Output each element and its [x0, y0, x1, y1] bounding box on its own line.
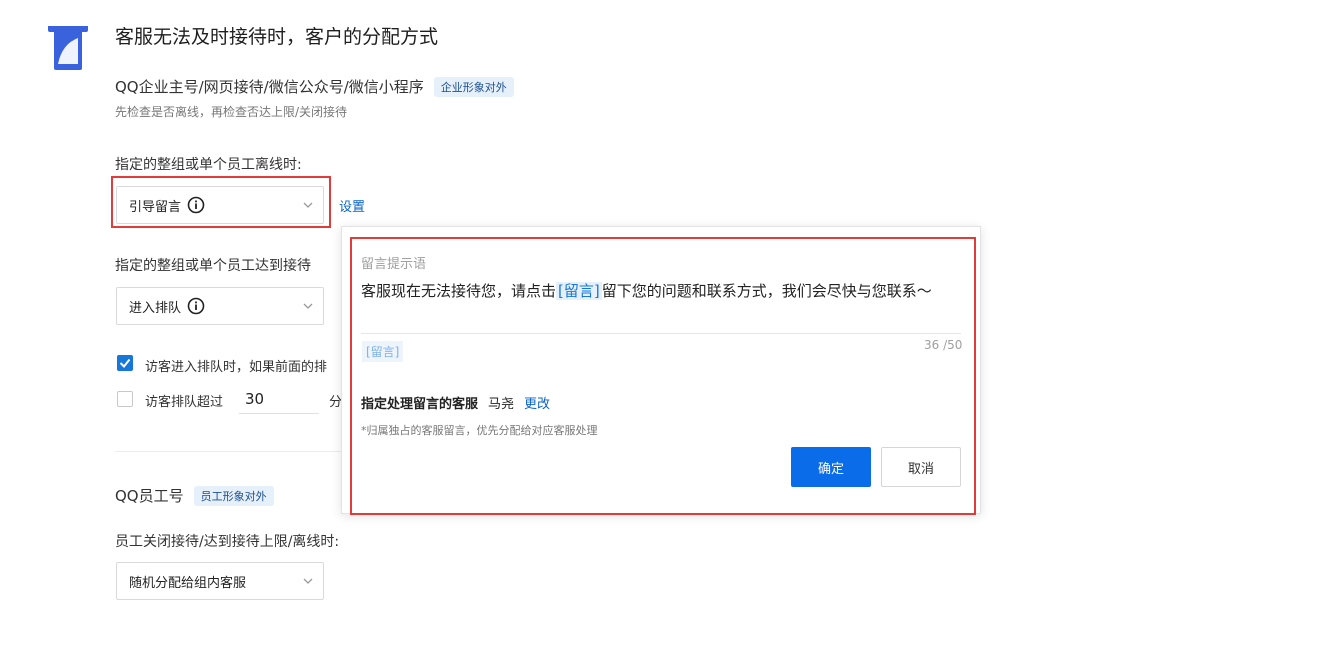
message-field-label: 留言提示语: [361, 257, 427, 272]
section-divider: [115, 451, 341, 452]
change-link[interactable]: 更改: [524, 393, 550, 412]
chevron-down-icon: [303, 202, 313, 208]
limit-select[interactable]: 进入排队: [116, 287, 324, 325]
section2-select[interactable]: 随机分配给组内客服: [116, 562, 324, 600]
chevron-down-icon: [303, 303, 313, 309]
section1-hint: 先检查是否离线，再检查否达上限/关闭接待: [115, 105, 348, 119]
checkmark-icon: [119, 358, 131, 369]
brand-logo-icon: [48, 26, 88, 70]
message-textarea[interactable]: 客服现在无法接待您，请点击 [留言] 留下您的问题和联系方式，我们会尽快与您联系～: [361, 279, 961, 303]
info-icon[interactable]: [187, 297, 205, 315]
limit-select-value: 进入排队: [129, 300, 182, 316]
section1-title: QQ企业主号/网页接待/微信公众号/微信小程序: [115, 78, 424, 96]
message-text-after: 留下您的问题和联系方式，我们会尽快与您联系～: [601, 282, 932, 300]
queue-notify-label: 访客进入排队时，如果前面的排: [145, 360, 328, 375]
message-text-before: 客服现在无法接待您，请点击: [361, 282, 557, 300]
textarea-underline: [361, 333, 961, 334]
section2-header: QQ员工号 员工形象对外: [115, 485, 274, 506]
offline-label: 指定的整组或单个员工离线时:: [115, 157, 302, 173]
chevron-down-icon: [303, 578, 313, 584]
queue-timeout-checkbox[interactable]: [117, 391, 133, 407]
assign-note: *归属独占的客服留言，优先分配给对应客服处理: [361, 424, 598, 437]
section2-tag: 员工形象对外: [193, 485, 274, 506]
page-title: 客服无法及时接待时，客户的分配方式: [115, 26, 439, 48]
section1-tag: 企业形象对外: [433, 76, 514, 97]
settings-link[interactable]: 设置: [339, 196, 365, 215]
queue-timeout-label: 访客排队超过: [145, 395, 224, 410]
message-text-token: [留言]: [556, 282, 602, 300]
assign-name: 马尧: [488, 397, 515, 412]
assign-row: 指定处理留言的客服 马尧 更改: [361, 393, 550, 412]
insert-token-button[interactable]: [留言]: [362, 341, 404, 362]
queue-timeout-input[interactable]: 30: [239, 384, 319, 414]
char-counter: 36 /50: [924, 338, 963, 352]
queue-notify-checkbox[interactable]: [117, 355, 133, 371]
section1-header: QQ企业主号/网页接待/微信公众号/微信小程序 企业形象对外: [115, 76, 514, 97]
section2-label: 员工关闭接待/达到接待上限/离线时:: [115, 534, 340, 550]
section2-select-value: 随机分配给组内客服: [129, 575, 247, 591]
confirm-button[interactable]: 确定: [791, 447, 871, 487]
section2-title: QQ员工号: [115, 487, 184, 505]
cancel-button[interactable]: 取消: [881, 447, 961, 487]
limit-label: 指定的整组或单个员工达到接待: [115, 258, 311, 274]
assign-label: 指定处理留言的客服: [361, 397, 479, 412]
info-icon[interactable]: [187, 196, 205, 214]
offline-select-value: 引导留言: [129, 199, 182, 215]
offline-select[interactable]: 引导留言: [116, 186, 324, 224]
